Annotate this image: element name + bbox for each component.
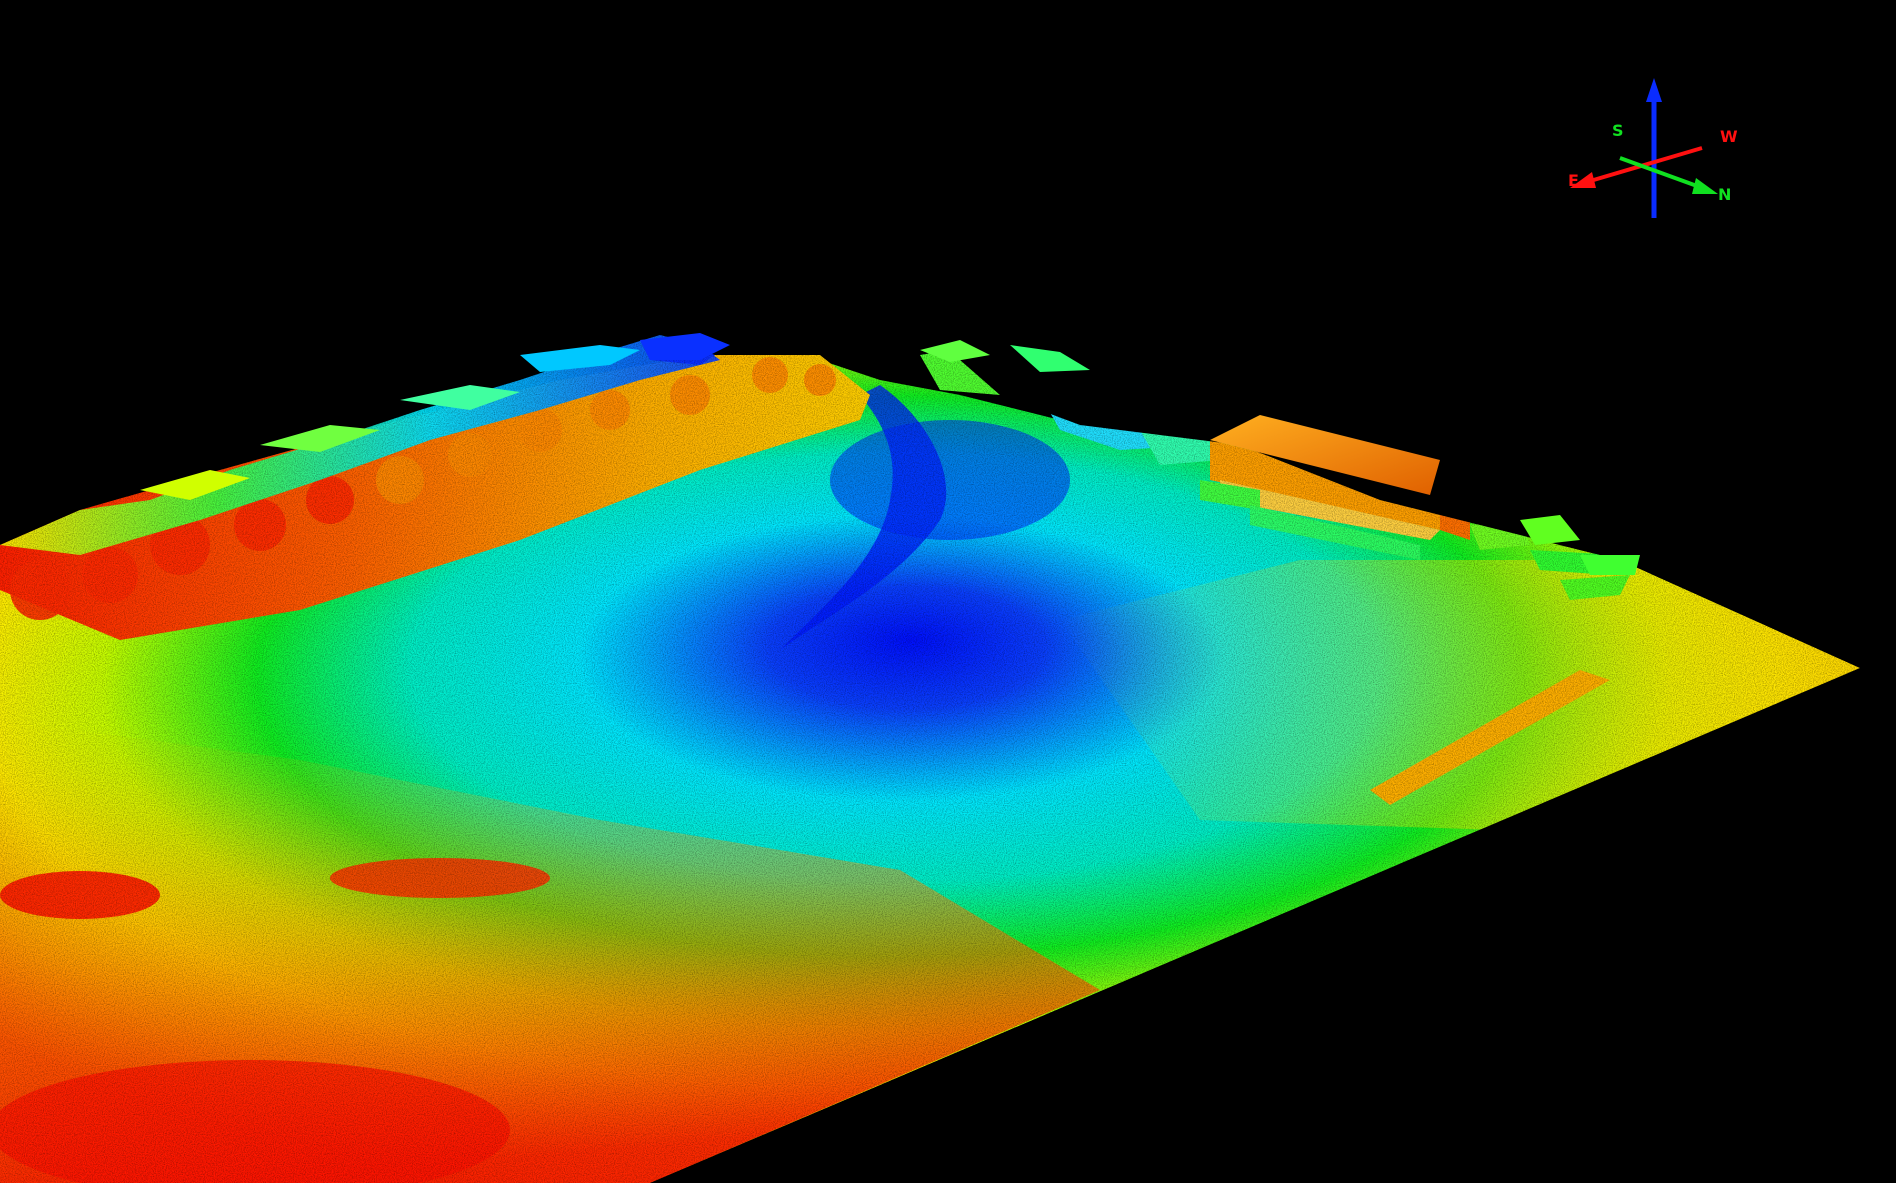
up-axis-icon bbox=[1646, 78, 1662, 218]
north-south-axis-icon bbox=[1619, 156, 1718, 194]
axis-label-north: N bbox=[1718, 185, 1731, 204]
point-cloud-viewport[interactable]: S W E N bbox=[0, 0, 1896, 1183]
axis-label-east: E bbox=[1568, 171, 1579, 190]
axis-label-west: W bbox=[1720, 127, 1738, 146]
axis-label-south: S bbox=[1612, 121, 1624, 140]
orientation-gizmo[interactable]: S W E N bbox=[1540, 60, 1760, 240]
